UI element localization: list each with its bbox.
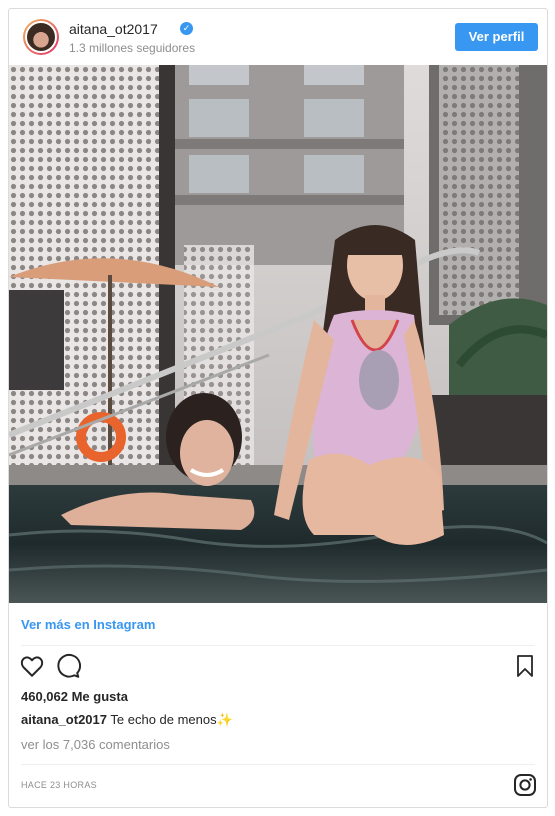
follower-count: 1.3 millones seguidores [69,41,196,55]
verified-badge-icon: ✓ [180,22,193,35]
post-photo[interactable] [9,65,547,603]
caption: aitana_ot2017 Te echo de menos✨ [21,712,233,728]
divider [21,764,535,765]
comment-icon[interactable] [55,653,83,681]
heart-icon[interactable] [19,653,47,681]
username[interactable]: aitana_ot2017 [69,21,158,37]
view-comments-link[interactable]: ver los 7,036 comentarios [21,737,170,752]
post-timestamp: HACE 23 HORAS [21,780,97,790]
post-header: aitana_ot2017 ✓ 1.3 millones seguidores … [9,9,547,65]
view-profile-button[interactable]: Ver perfil [455,23,538,51]
instagram-embed-card: aitana_ot2017 ✓ 1.3 millones seguidores … [8,8,548,808]
view-more-on-instagram-link[interactable]: Ver más en Instagram [21,617,155,632]
caption-text: Te echo de menos✨ [110,712,233,727]
bookmark-icon[interactable] [513,653,541,681]
pool-photo-illustration [9,65,547,603]
like-count[interactable]: 460,062 Me gusta [21,689,128,704]
instagram-icon[interactable] [513,773,537,797]
divider [21,645,535,646]
avatar-image [25,21,57,53]
avatar[interactable] [23,19,59,55]
caption-username[interactable]: aitana_ot2017 [21,712,107,727]
action-bar [9,653,547,685]
